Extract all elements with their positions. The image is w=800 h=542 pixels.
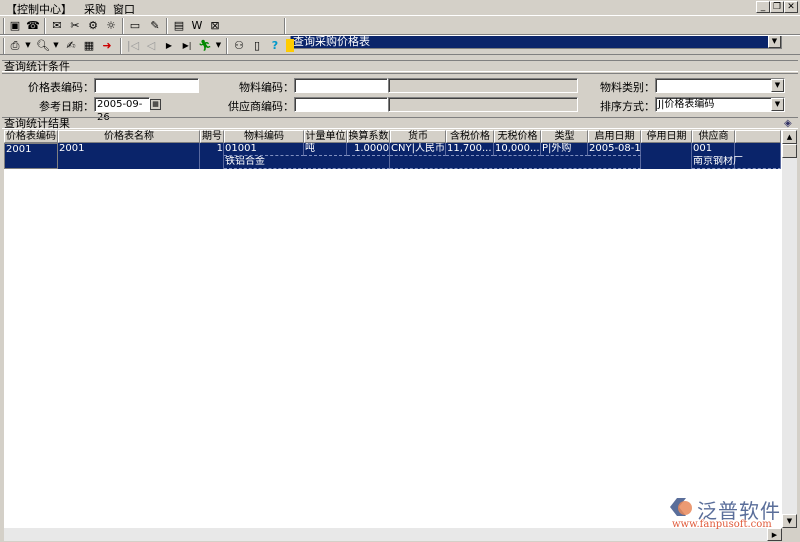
cell-stop_date[interactable] [641, 143, 692, 169]
table-row[interactable]: 2001 2001 1 01001 吨 1.0000 CNY|人民币 11,700... 10,… [4, 143, 781, 169]
cell-material_code[interactable]: 01001 [224, 143, 304, 156]
cell-price_name[interactable]: 2001 [58, 143, 200, 169]
restore-button[interactable]: ❐ [770, 1, 784, 13]
column-header[interactable]: 停用日期 [641, 130, 692, 143]
material-name-display [388, 78, 578, 93]
excel-icon[interactable]: ⊠ [208, 19, 222, 32]
cell-currency[interactable]: CNY|人民币 [390, 143, 446, 156]
export-icon[interactable]: ➜ [100, 39, 114, 52]
cell-supplier_name[interactable]: 南京钢材厂 [692, 156, 781, 169]
column-header[interactable]: 供应商 [692, 130, 735, 143]
conditions-panel: 价格表编码： 参考日期： 2005-09-26 ▦ 物料编码： 供应商编码： 物… [2, 73, 798, 123]
print-icon[interactable]: ⎙ [8, 39, 22, 52]
ref-date-input[interactable]: 2005-09-26 [94, 97, 150, 123]
column-header[interactable]: 物料编码 [224, 130, 304, 143]
gear-icon[interactable]: ⚙ [86, 19, 100, 32]
next-icon[interactable]: ▶ [162, 39, 176, 52]
toolbar-2: ⎙ ▼ 🔍︎ ▼ ✍ ▦ ➜ |◁ ◁ ▶ ▶| 🏃︎ ▼ ⚇ ▯ ? [0, 35, 800, 55]
toolbar-1: ▣ ☎ ✉ ✂ ⚙ ☼ ▭ ✎ ▤ W ⊠ 查询采购价格表 ▼ [0, 15, 800, 49]
tree-icon[interactable]: ⚇ [232, 39, 246, 52]
chevron-down-icon[interactable]: ▼ [52, 39, 60, 52]
chevron-down-icon[interactable]: ▼ [771, 79, 784, 92]
ref-date-label: 参考日期： [39, 100, 94, 113]
cell-notax_price[interactable]: 10,000... [494, 143, 541, 156]
edit-icon[interactable]: ✍ [64, 39, 78, 52]
supplier-code-input[interactable] [294, 97, 388, 112]
column-header[interactable]: 价格表名称 [58, 130, 200, 143]
column-header[interactable]: 换算系数 [347, 130, 390, 143]
material-type-select[interactable]: ▼ [655, 78, 785, 93]
sort-label: 排序方式： [600, 100, 655, 113]
document-icon[interactable]: ▤ [172, 19, 186, 32]
material-code-input[interactable] [294, 78, 388, 93]
material-code-label: 物料编码： [239, 81, 294, 94]
cell-factor[interactable]: 1.0000 [347, 143, 390, 156]
cell-period[interactable]: 1 [200, 143, 224, 169]
supplier-code-label: 供应商编码： [228, 100, 294, 113]
sort-value: J|价格表编码 [658, 99, 715, 110]
column-header[interactable]: 无税价格 [494, 130, 541, 143]
first-icon[interactable]: |◁ [126, 39, 140, 52]
prev-icon[interactable]: ◁ [144, 39, 158, 52]
cell-price_code[interactable]: 2001 [4, 143, 58, 169]
price-code-input[interactable] [94, 78, 199, 93]
cell-tax_price[interactable]: 11,700... [446, 143, 494, 156]
exit-icon[interactable] [286, 39, 294, 52]
column-header[interactable]: 含税价格 [446, 130, 494, 143]
cell-material_name[interactable]: 铁铝合金 [224, 156, 390, 169]
column-header[interactable] [735, 130, 781, 143]
cell-type[interactable]: P|外购 [541, 143, 588, 156]
material-type-label: 物料类别： [600, 81, 655, 94]
conditions-header: 查询统计条件 [2, 60, 798, 72]
scroll-down-button[interactable]: ▼ [782, 514, 797, 528]
last-icon[interactable]: ▶| [180, 39, 194, 52]
vertical-scrollbar[interactable]: ▲ ▼ [782, 130, 797, 528]
calculator-icon[interactable]: ▯ [250, 39, 264, 52]
scroll-up-button[interactable]: ▲ [782, 130, 797, 144]
fanpu-logo [668, 496, 694, 518]
results-grid: 价格表编码 价格表名称 期号 物料编码 计量单位 换算系数 货币 含税价格 无税价格 类型 启用日期… [4, 130, 782, 528]
column-header[interactable]: 类型 [541, 130, 588, 143]
monitor-icon[interactable]: ▭ [128, 19, 142, 32]
word-icon[interactable]: W [190, 19, 204, 32]
mail-icon[interactable]: ✉ [50, 19, 64, 32]
run-icon[interactable]: 🏃︎ [198, 39, 212, 52]
supplier-name-display [388, 97, 578, 112]
price-code-label: 价格表编码： [28, 81, 94, 94]
filter-icon[interactable]: ◈ [784, 118, 792, 129]
menu-bar: 【控制中心】 采购 窗口 _ ❐ ✕ [0, 0, 800, 16]
tools-icon[interactable]: ✂ [68, 19, 82, 32]
phone-icon[interactable]: ☎ [26, 19, 40, 32]
new-window-icon[interactable]: ▣ [8, 19, 22, 32]
column-header[interactable]: 计量单位 [304, 130, 347, 143]
sort-select[interactable]: J|价格表编码 ▼ [655, 97, 785, 112]
chevron-down-icon[interactable]: ▼ [214, 39, 223, 52]
bulb-icon[interactable]: ☼ [104, 19, 118, 32]
minimize-button[interactable]: _ [756, 1, 770, 13]
draw-icon[interactable]: ✎ [148, 19, 162, 32]
column-header[interactable]: 期号 [200, 130, 224, 143]
column-header[interactable]: 价格表编码 [4, 130, 58, 143]
cell-unit[interactable]: 吨 [304, 143, 347, 156]
calendar-icon[interactable]: ▦ [150, 99, 161, 110]
help-icon[interactable]: ? [268, 39, 282, 52]
column-header[interactable]: 货币 [390, 130, 446, 143]
watermark-url: www.fanpusoft.com [672, 519, 772, 530]
cell-start_date[interactable]: 2005-08-16 [588, 143, 641, 156]
preview-icon[interactable]: 🔍︎ [36, 39, 50, 52]
chevron-down-icon[interactable]: ▼ [771, 98, 784, 111]
close-button[interactable]: ✕ [784, 1, 798, 13]
results-header: 查询统计结果 [2, 117, 798, 129]
horizontal-scrollbar[interactable]: ▶ [4, 528, 782, 541]
scroll-thumb[interactable] [782, 144, 797, 158]
table-icon[interactable]: ▦ [82, 39, 96, 52]
chevron-down-icon[interactable]: ▼ [24, 39, 32, 52]
column-header[interactable]: 启用日期 [588, 130, 641, 143]
cell-blank [390, 156, 641, 169]
